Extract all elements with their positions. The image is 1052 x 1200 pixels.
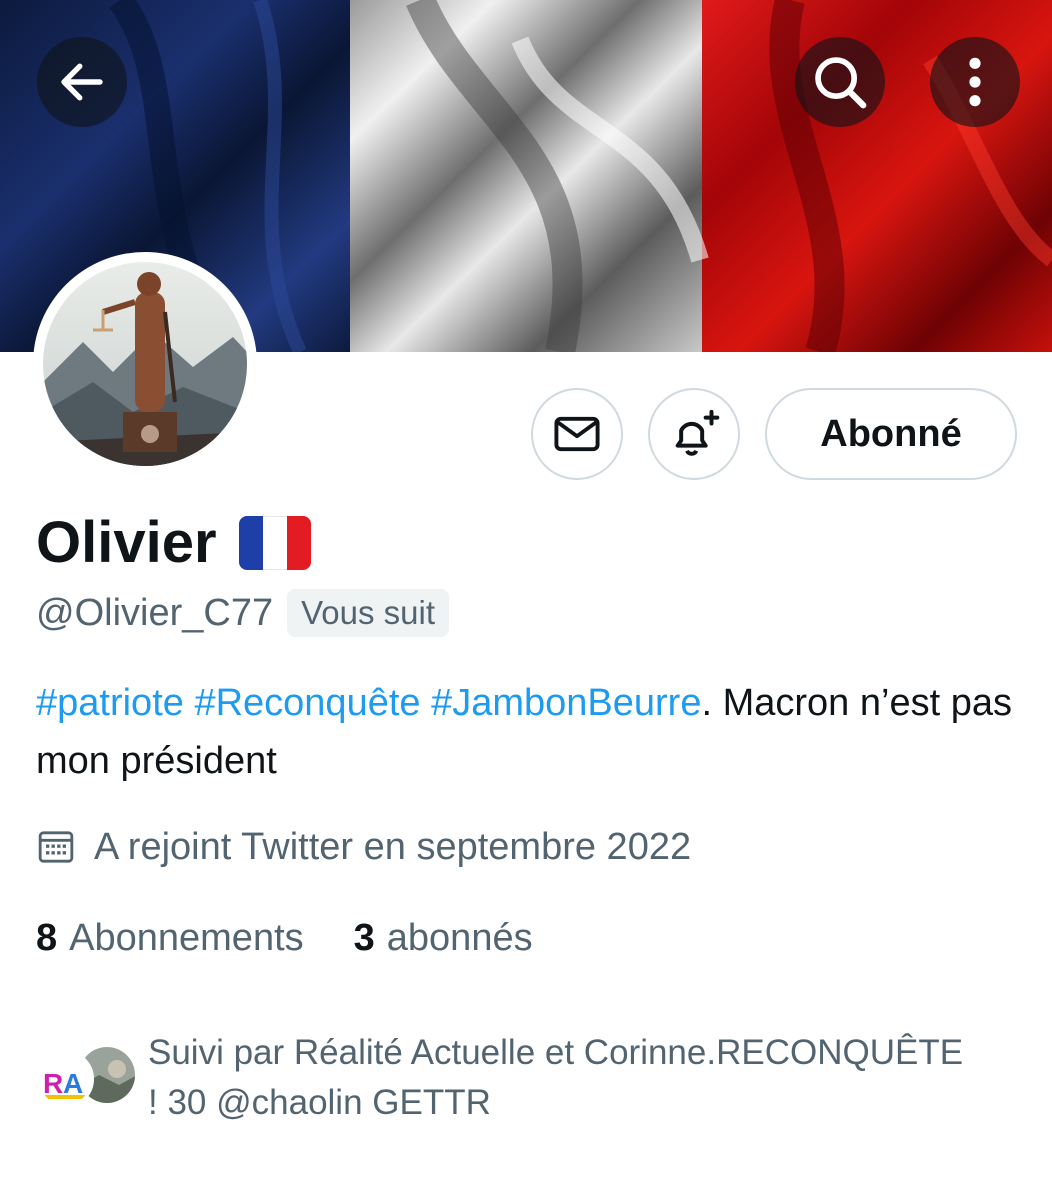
arrow-left-icon xyxy=(61,63,103,101)
handle-row: @Olivier_C77 Vous suit xyxy=(36,588,450,638)
bell-plus-icon xyxy=(675,409,720,456)
notifications-button[interactable] xyxy=(648,388,740,480)
avatar-image xyxy=(43,262,247,466)
more-options-button[interactable] xyxy=(930,37,1020,127)
display-name: Olivier xyxy=(36,510,217,575)
followers-you-know-avatars: R A xyxy=(36,1038,138,1122)
message-button[interactable] xyxy=(531,388,623,480)
followed-by-text: Suivi par Réalité Actuelle et Corinne.RE… xyxy=(148,1033,964,1122)
followers-label: abonnés xyxy=(386,917,533,959)
search-icon xyxy=(815,57,867,109)
following-count: 8 xyxy=(36,917,58,959)
french-flag-emoji xyxy=(238,516,311,570)
following-label: Abonnements xyxy=(69,917,304,959)
svg-text:R: R xyxy=(43,1068,63,1099)
mail-icon xyxy=(554,416,600,452)
hashtag-link[interactable]: #Reconquête xyxy=(194,682,420,724)
user-handle: @Olivier_C77 xyxy=(36,592,274,634)
more-vertical-icon xyxy=(969,57,981,107)
joined-date-row: A rejoint Twitter en septembre 2022 xyxy=(36,822,691,872)
calendar-icon xyxy=(38,831,74,863)
svg-text:A: A xyxy=(63,1068,83,1099)
following-link[interactable]: 8 Abonnements xyxy=(36,912,304,964)
back-button[interactable] xyxy=(37,37,127,127)
follow-stats: 8 Abonnements 3 abonnés xyxy=(36,912,533,964)
followers-link[interactable]: 3 abonnés xyxy=(354,912,533,964)
hashtag-link[interactable]: #JambonBeurre xyxy=(431,682,701,724)
following-button[interactable]: Abonné xyxy=(765,388,1017,480)
follower-avatar-ra-logo: R A xyxy=(36,1050,94,1108)
joined-date-text: A rejoint Twitter en septembre 2022 xyxy=(94,826,692,868)
follows-you-badge: Vous suit xyxy=(287,589,450,637)
hashtag-link[interactable]: #patriote xyxy=(36,682,184,724)
profile-bio: #patriote #Reconquête #JambonBeurre. Mac… xyxy=(36,674,1026,790)
search-button[interactable] xyxy=(795,37,885,127)
followed-by-row[interactable]: R A Suivi par Réalité Actuelle et Corinn… xyxy=(36,1028,968,1128)
followers-count: 3 xyxy=(353,917,375,959)
profile-name-row: Olivier xyxy=(36,508,311,578)
profile-avatar[interactable] xyxy=(33,252,257,476)
